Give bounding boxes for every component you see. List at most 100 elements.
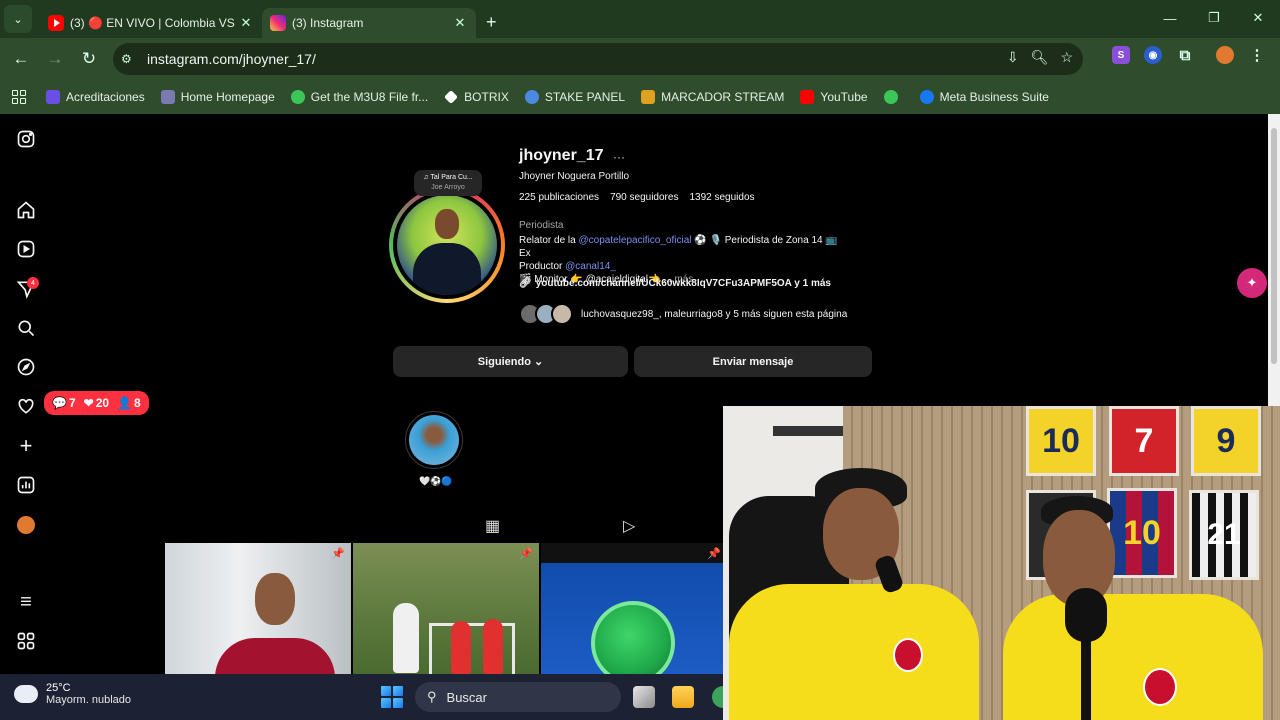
- story-highlight[interactable]: [405, 411, 463, 469]
- close-tab-icon[interactable]: ✕: [238, 15, 254, 31]
- explore-icon[interactable]: [16, 357, 36, 377]
- profile-link[interactable]: 🔗︎ youtube.com/channel/UCk60wkk8IqV7CFu3…: [519, 278, 831, 289]
- messages-badge: 4: [27, 277, 39, 289]
- omnibox[interactable]: ⚙ instagram.com/jhoyner_17/ ⇩ 🔍︎ ☆: [113, 43, 1083, 75]
- forward-button[interactable]: →: [38, 42, 72, 76]
- temperature: 25°C: [46, 682, 71, 694]
- profile-story-ring[interactable]: [389, 187, 505, 303]
- bookmark-item[interactable]: Home Homepage: [160, 90, 275, 104]
- extension-s-icon[interactable]: S: [1112, 46, 1130, 64]
- minimize-button[interactable]: —: [1148, 0, 1192, 36]
- meta-icon: [919, 90, 934, 104]
- webcam-overlay: 10 7 9 10 21: [723, 406, 1280, 720]
- threads-apps-icon[interactable]: [16, 631, 36, 651]
- note-artist: Joe Arroyo: [431, 184, 465, 191]
- taskbar-search[interactable]: ⚲ Buscar: [415, 682, 621, 712]
- tab-search-button[interactable]: ⌄: [4, 5, 32, 33]
- windows-start-icon[interactable]: [381, 686, 403, 708]
- weather-widget[interactable]: 25°C Mayorm. nublado: [14, 679, 131, 706]
- address-bar-row: ← → ↻ ⚙ instagram.com/jhoyner_17/ ⇩ 🔍︎ ☆…: [0, 38, 1280, 80]
- bookmark-item[interactable]: Acreditaciones: [46, 90, 145, 104]
- profile-avatar[interactable]: [16, 515, 36, 535]
- tab-youtube[interactable]: (3) 🔴 EN VIVO | Colombia VS C ✕: [40, 8, 262, 38]
- posts-count[interactable]: 225 publicaciones: [519, 192, 599, 203]
- highlight-label: 🤍⚽🔵: [419, 476, 453, 486]
- tab-instagram[interactable]: (3) Instagram ✕: [262, 8, 476, 38]
- bookmark-item[interactable]: STAKE PANEL: [524, 90, 625, 104]
- bookmark-icon: [524, 90, 539, 104]
- search-icon[interactable]: [16, 318, 36, 338]
- sidebar-nav: 4 + ≡: [0, 114, 52, 674]
- omnibox-actions: ⇩ 🔍︎ ☆: [1007, 49, 1073, 66]
- close-window-button[interactable]: ✕: [1236, 0, 1280, 36]
- framed-jersey: 21: [1189, 490, 1259, 580]
- followers-count[interactable]: 790 seguidores: [610, 192, 678, 203]
- chrome-icon[interactable]: [712, 686, 723, 708]
- send-message-button[interactable]: Enviar mensaje: [634, 346, 872, 377]
- likes-count: ❤ 20: [83, 396, 110, 410]
- reels-icon[interactable]: [16, 239, 36, 259]
- reels-tab-icon[interactable]: ▷: [623, 516, 635, 536]
- bookmark-item[interactable]: YouTube: [800, 90, 868, 104]
- profile-tabs: ▦ ▷: [165, 512, 725, 540]
- install-app-icon[interactable]: ⇩: [1007, 49, 1019, 66]
- bookmark-item[interactable]: BOTRIX: [444, 90, 509, 104]
- pin-icon: 📌: [331, 548, 345, 560]
- browser-menu-icon[interactable]: ⋮: [1248, 46, 1266, 64]
- profile-note[interactable]: ♫ Tal Para Cu... Joe Arroyo: [414, 170, 482, 196]
- apps-grid-icon[interactable]: [12, 90, 26, 104]
- window-controls: — ❐ ✕: [1148, 0, 1280, 36]
- profile-stats: 225 publicaciones 790 seguidores 1392 se…: [519, 192, 755, 203]
- bio-mention[interactable]: @canal14_: [565, 261, 616, 272]
- bookmark-label: BOTRIX: [464, 90, 509, 104]
- task-view-icon[interactable]: [633, 686, 655, 708]
- bookmark-icon: [444, 90, 459, 104]
- bookmark-item[interactable]: MARCADOR STREAM: [641, 90, 784, 104]
- extensions-area: S ◉ ⧉ ⋮: [1112, 46, 1266, 64]
- extensions-puzzle-icon[interactable]: ⧉: [1176, 46, 1194, 64]
- reload-button[interactable]: ↻: [72, 42, 106, 76]
- bookmark-icon: [46, 90, 60, 104]
- options-icon[interactable]: ···: [613, 150, 625, 164]
- bio-mention[interactable]: @copatelepacifico_oficial: [578, 235, 691, 246]
- zoom-icon[interactable]: 🔍︎: [1031, 49, 1049, 66]
- url-text[interactable]: instagram.com/jhoyner_17/: [147, 51, 316, 67]
- bookmark-icon: [160, 90, 175, 104]
- activity-notification-pill[interactable]: 💬 7 ❤ 20 👤 8: [44, 391, 149, 415]
- followed-by[interactable]: luchovasquez98_, maleurriago8 y 5 más si…: [519, 303, 847, 325]
- bookmark-star-icon[interactable]: ☆: [1060, 49, 1073, 66]
- follows-count: 👤 8: [117, 396, 141, 410]
- post-thumbnail[interactable]: 📌: [541, 543, 727, 674]
- more-menu-icon[interactable]: ≡: [16, 591, 36, 613]
- new-tab-button[interactable]: +: [486, 12, 497, 33]
- bookmark-item[interactable]: [883, 90, 904, 104]
- create-icon[interactable]: +: [16, 433, 36, 458]
- following-button[interactable]: Siguiendo ⌄: [393, 346, 628, 377]
- posts-grid-tab-icon[interactable]: ▦: [485, 516, 500, 536]
- floating-extension-button[interactable]: ✦: [1237, 268, 1267, 298]
- bookmark-label: Get the M3U8 File fr...: [310, 90, 429, 104]
- home-icon[interactable]: [16, 200, 36, 220]
- instagram-logo-icon[interactable]: [16, 129, 36, 149]
- post-thumbnail[interactable]: 📌: [353, 543, 539, 674]
- post-thumbnail[interactable]: 📌: [165, 543, 351, 674]
- extension-blue-icon[interactable]: ◉: [1144, 46, 1162, 64]
- following-count[interactable]: 1392 seguidos: [689, 192, 754, 203]
- tab-title: (3) 🔴 EN VIVO | Colombia VS C: [70, 16, 238, 30]
- close-tab-icon[interactable]: ✕: [452, 15, 468, 31]
- scrollbar[interactable]: [1268, 114, 1280, 406]
- maximize-button[interactable]: ❐: [1192, 0, 1236, 36]
- bookmark-item[interactable]: Meta Business Suite: [919, 90, 1049, 104]
- profile-full-name: Jhoyner Noguera Portillo: [519, 171, 630, 182]
- notifications-heart-icon[interactable]: [16, 396, 36, 416]
- posts-grid: 📌 📌 📌: [165, 543, 727, 674]
- site-info-icon[interactable]: ⚙: [121, 52, 139, 66]
- back-button[interactable]: ←: [4, 42, 38, 76]
- bookmark-label: Acreditaciones: [66, 90, 145, 104]
- comments-count: 💬 7: [52, 396, 76, 410]
- bookmark-label: Home Homepage: [180, 90, 275, 104]
- file-explorer-icon[interactable]: [672, 686, 694, 708]
- dashboard-icon[interactable]: [16, 475, 36, 495]
- bookmark-item[interactable]: Get the M3U8 File fr...: [290, 90, 429, 104]
- profile-avatar[interactable]: [1216, 46, 1234, 64]
